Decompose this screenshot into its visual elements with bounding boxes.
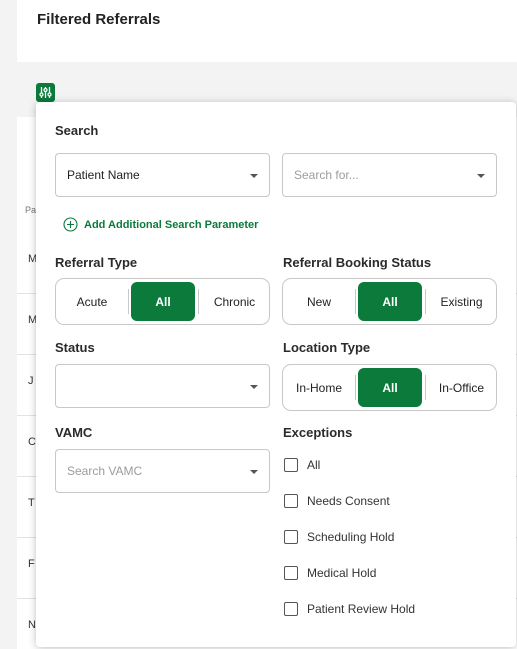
table-cell: T [28,497,35,509]
filter-toggle-button[interactable] [36,83,55,102]
exceptions-label: Exceptions [283,425,353,440]
referral-type-toggle: Acute All Chronic [55,278,270,325]
divider [128,289,129,314]
exception-option-patient-review-hold[interactable]: Patient Review Hold [284,602,415,616]
add-search-parameter-button[interactable]: Add Additional Search Parameter [63,217,258,232]
checkbox[interactable] [284,530,298,544]
search-label: Search [55,123,99,138]
checkbox[interactable] [284,602,298,616]
checkbox[interactable] [284,494,298,508]
referral-type-option-all[interactable]: All [131,282,195,321]
location-type-toggle: In-Home All In-Office [282,364,497,411]
checkbox[interactable] [284,458,298,472]
table-column-header: Pa [25,205,37,215]
checkbox[interactable] [284,566,298,580]
chevron-down-icon [250,174,258,178]
search-query-placeholder: Search for... [294,168,359,182]
search-field-select[interactable]: Patient Name [55,153,270,197]
referral-booking-status-toggle: New All Existing [282,278,497,325]
divider [355,375,356,400]
vamc-search-select[interactable]: Search VAMC [55,449,270,493]
page-title: Filtered Referrals [37,11,161,28]
location-type-option-all[interactable]: All [358,368,422,407]
status-label: Status [55,340,95,355]
exception-option-needs-consent[interactable]: Needs Consent [284,494,390,508]
filter-panel: Search Patient Name Search for... Add Ad… [36,102,516,647]
add-search-parameter-label: Add Additional Search Parameter [84,218,259,231]
header-bar [17,0,517,62]
location-type-label: Location Type [283,340,371,355]
chevron-down-icon [250,470,258,474]
divider [355,289,356,314]
referral-type-option-acute[interactable]: Acute [56,279,128,324]
vamc-label: VAMC [55,425,93,440]
location-type-option-in-home[interactable]: In-Home [283,365,355,410]
exception-option-medical-hold[interactable]: Medical Hold [284,566,376,580]
table-cell: C [28,436,36,448]
location-type-option-in-office[interactable]: In-Office [426,365,497,410]
sliders-icon [39,87,52,98]
booking-status-option-new[interactable]: New [283,279,355,324]
status-select[interactable] [55,364,270,408]
exception-option-label: Patient Review Hold [307,602,416,616]
search-query-input[interactable]: Search for... [282,153,497,197]
referral-type-option-chronic[interactable]: Chronic [199,279,270,324]
table-cell: F [28,558,35,570]
exception-option-all[interactable]: All [284,458,320,472]
table-cell: N [28,619,36,631]
exception-option-label: Needs Consent [307,494,390,508]
chevron-down-icon [477,174,485,178]
booking-status-option-all[interactable]: All [358,282,422,321]
chevron-down-icon [250,385,258,389]
referral-type-label: Referral Type [55,255,138,270]
exception-option-label: Medical Hold [307,566,377,580]
exception-option-label: Scheduling Hold [307,530,395,544]
search-field-value: Patient Name [67,168,140,182]
booking-status-option-existing[interactable]: Existing [426,279,497,324]
plus-circle-icon [63,217,78,232]
exception-option-label: All [307,458,321,472]
vamc-placeholder: Search VAMC [67,464,143,478]
table-cell: J [28,375,34,387]
exception-option-scheduling-hold[interactable]: Scheduling Hold [284,530,394,544]
referral-booking-status-label: Referral Booking Status [283,255,432,270]
